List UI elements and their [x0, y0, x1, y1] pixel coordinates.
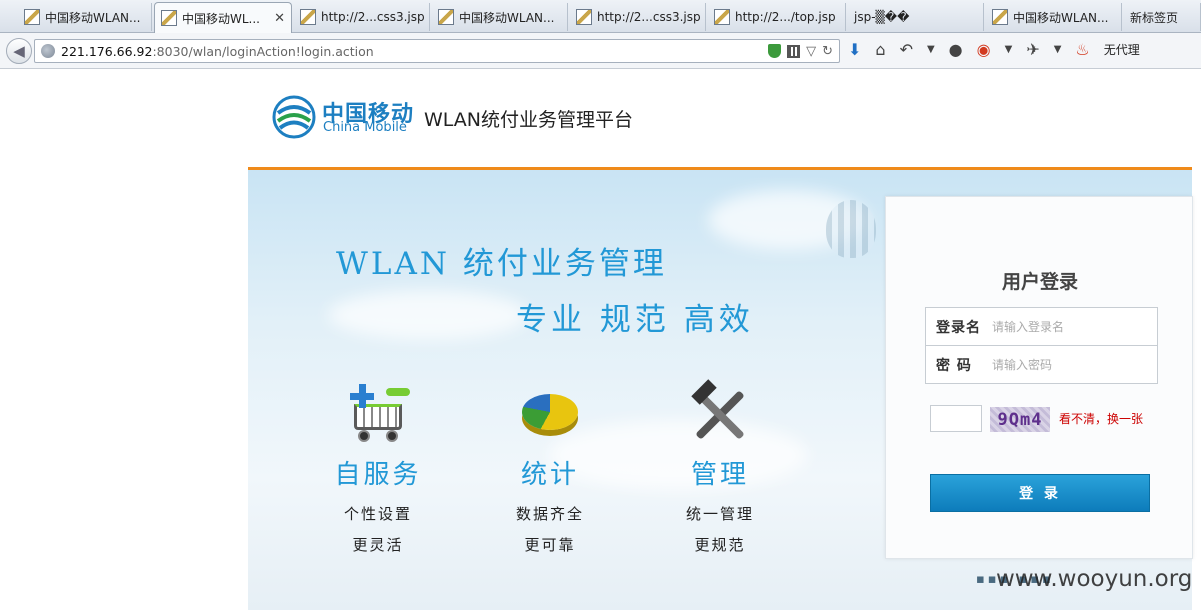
username-field[interactable]: 登录名 [925, 307, 1158, 346]
url-path: :8030/wlan/loginAction!login.action [152, 43, 374, 59]
password-label: 密 码 [936, 357, 972, 374]
back-arrow-icon[interactable]: ◀ [6, 38, 32, 64]
hot-air-balloon-icon [826, 200, 876, 258]
tab-title: http://2.../top.jsp [735, 10, 836, 24]
proxy-label[interactable]: 无代理 [1104, 41, 1140, 58]
page-icon [714, 9, 730, 25]
plugin-icon[interactable]: ✈ [1026, 40, 1039, 59]
browser-tab[interactable]: 中国移动WLAN... [986, 3, 1122, 31]
close-icon[interactable]: ✕ [268, 11, 285, 26]
tab-title: 中国移动WLAN... [459, 10, 555, 25]
qr-code-icon[interactable] [787, 44, 801, 58]
feature-title: 管理 [690, 460, 749, 490]
feature-desc: 更规范 [694, 536, 746, 554]
globe-icon [41, 44, 55, 58]
page-icon [24, 9, 40, 25]
login-button[interactable]: 登 录 [930, 474, 1150, 512]
feature-desc: 更灵活 [352, 536, 404, 554]
page-icon [992, 9, 1008, 25]
dropdown-arrow-icon[interactable]: ▼ [927, 44, 935, 55]
browser-tab[interactable]: http://2...css3.jsp [294, 3, 430, 31]
address-bar[interactable]: 221.176.66.92 :8030/wlan/loginAction!log… [34, 39, 840, 63]
password-field[interactable]: 密 码 [925, 345, 1158, 384]
browser-tab[interactable]: 新标签页 [1124, 3, 1201, 31]
home-icon[interactable]: ⌂ [875, 40, 885, 59]
feature-desc: 个性设置 [343, 505, 412, 523]
login-panel: 用户登录 登录名 密 码 9Qm4 看不清，换一张 登 录 [885, 196, 1193, 559]
tab-title: jsp-▒�� [854, 10, 910, 24]
dropdown-arrow-icon[interactable]: ▽ [806, 44, 816, 59]
browser-tab-active[interactable]: 中国移动WL... ✕ [154, 2, 292, 33]
page-icon [438, 9, 454, 25]
feature-statistics: 统计 数据齐全 更可靠 [480, 382, 620, 555]
browser-tab[interactable]: http://2.../top.jsp [708, 3, 846, 31]
tab-title: 中国移动WL... [182, 11, 260, 26]
tab-title: 中国移动WLAN... [45, 10, 141, 25]
china-mobile-logo-icon [272, 95, 316, 139]
feature-management: 管理 统一管理 更规范 [650, 379, 790, 555]
shopping-cart-icon [346, 382, 410, 442]
shield-icon[interactable] [768, 44, 782, 58]
browser-tab[interactable]: 中国移动WLAN... [432, 3, 568, 31]
tools-icon [688, 379, 752, 442]
browser-tab-bar: 中国移动WLAN... 中国移动WL... ✕ http://2...css3.… [0, 0, 1201, 33]
browser-tab[interactable]: jsp-▒�� [848, 3, 984, 31]
undo-icon[interactable]: ↶ [900, 40, 913, 59]
brand-name-en: China Mobile [323, 120, 407, 135]
feature-desc: 统一管理 [685, 505, 754, 523]
pie-chart-icon [518, 382, 582, 442]
username-label: 登录名 [936, 319, 981, 336]
feature-title: 自服务 [334, 460, 422, 490]
feature-desc: 数据齐全 [515, 505, 584, 523]
browser-toolbar: ⬇ ⌂ ↶ ▼ ● ◉ ▼ ✈ ▼ ♨ 无代理 [848, 40, 1140, 59]
watermark: www.wooyun.org [996, 566, 1193, 592]
tab-title: http://2...css3.jsp [597, 10, 701, 24]
tab-title: 新标签页 [1130, 10, 1179, 25]
captcha-input[interactable] [930, 405, 982, 432]
page-icon [300, 9, 316, 25]
captcha-image[interactable]: 9Qm4 [990, 407, 1050, 432]
weibo-icon[interactable]: ◉ [977, 40, 991, 59]
captcha-refresh-link[interactable]: 看不清，换一张 [1059, 410, 1143, 427]
tab-title: 中国移动WLAN... [1013, 10, 1109, 25]
tab-title: http://2...css3.jsp [321, 10, 425, 24]
banner-slogan-sub: 专业 规范 高效 [516, 302, 754, 338]
firefox-addon-icon[interactable]: ♨ [1075, 40, 1089, 59]
url-host: 221.176.66.92 [61, 43, 153, 59]
page-icon [576, 9, 592, 25]
feature-self-service: 自服务 个性设置 更灵活 [308, 382, 448, 555]
browser-tab[interactable]: 中国移动WLAN... [18, 3, 152, 31]
password-input[interactable] [992, 357, 1142, 372]
feature-title: 统计 [520, 460, 579, 490]
cloud-decoration [328, 290, 528, 340]
feature-desc: 更可靠 [524, 536, 576, 554]
reload-icon[interactable]: ↻ [822, 44, 833, 59]
dropdown-arrow-icon[interactable]: ▼ [1054, 44, 1062, 55]
dropdown-arrow-icon[interactable]: ▼ [1005, 44, 1013, 55]
page-icon [161, 10, 177, 26]
site-title: WLAN统付业务管理平台 [424, 109, 634, 131]
browser-nav-bar: ◀ 221.176.66.92 :8030/wlan/loginAction!l… [0, 33, 1201, 69]
login-title: 用户登录 [1001, 271, 1078, 293]
chat-icon[interactable]: ● [949, 40, 963, 59]
banner-slogan-main: WLAN 统付业务管理 [336, 246, 667, 282]
browser-tab[interactable]: http://2...css3.jsp [570, 3, 706, 31]
download-icon[interactable]: ⬇ [848, 40, 861, 59]
username-input[interactable] [992, 319, 1142, 334]
